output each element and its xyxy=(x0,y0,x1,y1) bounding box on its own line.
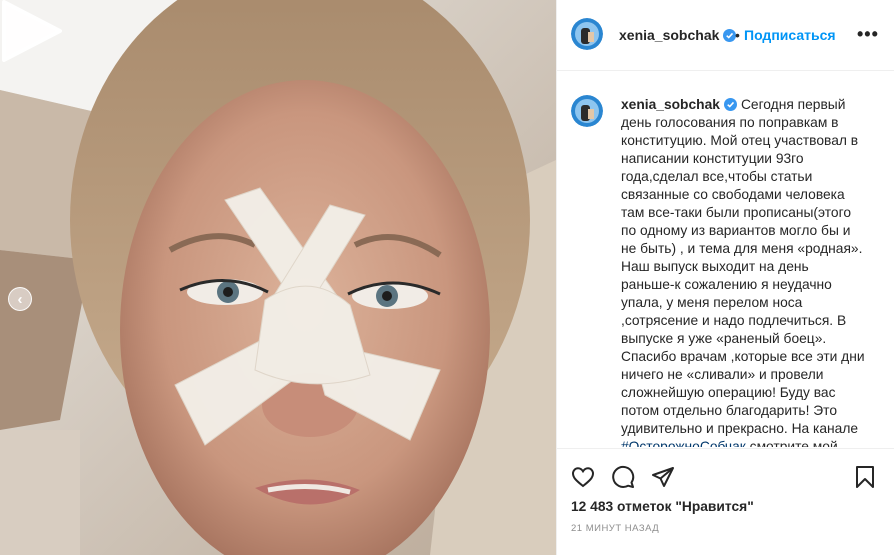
likes-number: 12 483 xyxy=(571,499,614,514)
hashtag-link[interactable]: #ОсторожноСобчак xyxy=(621,439,746,447)
verified-badge-icon xyxy=(723,98,737,111)
author-username[interactable]: xenia_sobchak xyxy=(619,27,737,43)
heart-icon[interactable] xyxy=(571,465,595,489)
instagram-post-view: ‹ xenia_sobchak • Подписаться ••• xenia_… xyxy=(0,0,894,555)
avatar[interactable] xyxy=(571,18,603,50)
previous-media-button[interactable]: ‹ xyxy=(8,287,32,311)
post-side-panel: xenia_sobchak • Подписаться ••• xenia_so… xyxy=(556,0,894,555)
play-icon[interactable] xyxy=(0,0,62,62)
comments-area[interactable]: xenia_sobchak Сегодня первый день голосов… xyxy=(557,71,894,447)
separator-dot: • xyxy=(735,27,740,43)
more-options-icon[interactable]: ••• xyxy=(857,25,879,43)
avatar[interactable] xyxy=(571,95,603,127)
chevron-left-icon: ‹ xyxy=(17,290,23,308)
post-caption: xenia_sobchak Сегодня первый день голосов… xyxy=(621,96,865,447)
post-header: xenia_sobchak • Подписаться ••• xyxy=(557,0,894,71)
username-text: xenia_sobchak xyxy=(619,27,720,43)
post-media[interactable]: ‹ xyxy=(0,0,556,555)
bookmark-icon[interactable] xyxy=(853,465,877,489)
likes-label: отметок "Нравится" xyxy=(617,499,754,514)
caption-username[interactable]: xenia_sobchak xyxy=(621,97,720,112)
paper-plane-icon[interactable] xyxy=(651,465,675,489)
comment-icon[interactable] xyxy=(611,465,635,489)
likes-count[interactable]: 12 483 отметок "Нравится" xyxy=(571,499,754,514)
video-frame-image xyxy=(0,0,556,555)
post-timestamp[interactable]: 21 минут назад xyxy=(571,523,659,534)
follow-button[interactable]: Подписаться xyxy=(744,27,836,43)
caption-text: Сегодня первый день голосования по попра… xyxy=(621,97,865,436)
caption-text-tail: смотрите мой xyxy=(745,439,838,447)
post-actions: 12 483 отметок "Нравится" 21 минут назад xyxy=(557,448,894,555)
